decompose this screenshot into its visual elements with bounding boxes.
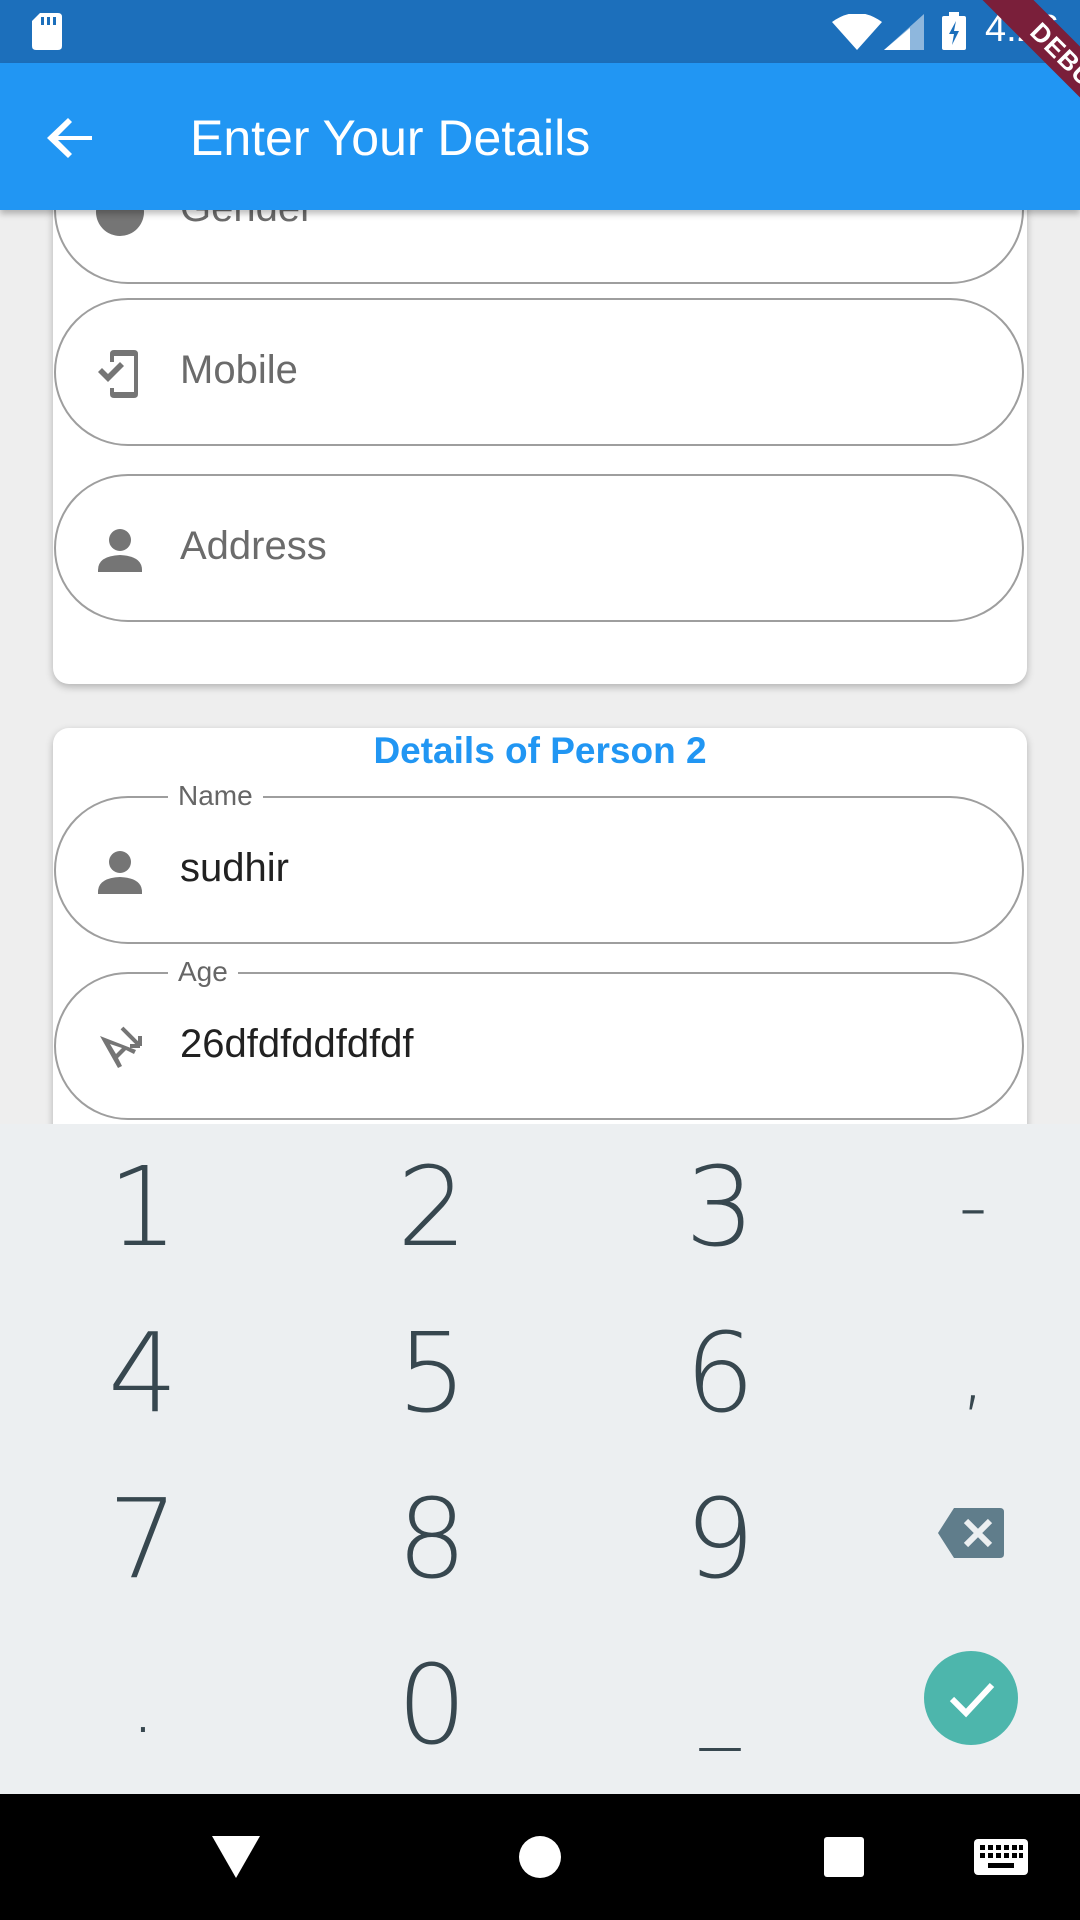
check-icon (949, 1682, 995, 1718)
sd-card-icon (32, 13, 62, 50)
age-label: Age (168, 956, 238, 988)
text-rotation-icon (100, 1026, 142, 1068)
numeric-keyboard: 1 2 3 - 4 5 6 , 7 8 9 . 0 _ (0, 1124, 1080, 1794)
gender-icon (96, 210, 144, 236)
recents-square-icon[interactable] (824, 1837, 864, 1877)
key-0[interactable]: 0 (297, 1622, 567, 1788)
signal-icon (884, 14, 924, 50)
key-5[interactable]: 5 (297, 1290, 567, 1456)
app-bar: Enter Your Details (0, 63, 1080, 210)
system-nav-bar (0, 1794, 1080, 1920)
mobile-field[interactable]: Mobile (54, 298, 1024, 446)
home-circle-icon[interactable] (518, 1835, 562, 1879)
back-triangle-icon[interactable] (212, 1836, 260, 1878)
age-value: 26dfdfddfdfdf (180, 1022, 414, 1066)
status-bar: 4:26 (0, 0, 1080, 63)
battery-charging-icon (942, 12, 966, 50)
age-field[interactable]: Age 26dfdfddfdfdf (54, 956, 1024, 1120)
gender-field[interactable]: Gender (54, 210, 1024, 284)
key-2[interactable]: 2 (297, 1124, 567, 1290)
key-6[interactable]: 6 (585, 1290, 855, 1456)
phone-check-icon (98, 350, 138, 398)
key-underscore[interactable]: _ (585, 1622, 855, 1788)
address-placeholder: Address (180, 524, 327, 568)
page-title: Enter Your Details (190, 110, 591, 166)
mobile-placeholder: Mobile (180, 348, 298, 392)
person-icon (98, 529, 142, 572)
key-period[interactable]: . (8, 1622, 278, 1788)
person-icon (98, 851, 142, 894)
backspace-icon[interactable] (938, 1508, 1004, 1558)
key-1[interactable]: 1 (8, 1124, 278, 1290)
name-field[interactable]: Name sudhir (54, 780, 1024, 944)
key-8[interactable]: 8 (297, 1456, 567, 1622)
key-dash[interactable]: - (838, 1124, 1080, 1290)
key-4[interactable]: 4 (8, 1290, 278, 1456)
person2-section-title: Details of Person 2 (373, 730, 707, 771)
name-value: sudhir (180, 846, 289, 890)
wifi-icon (832, 14, 882, 50)
key-9[interactable]: 9 (585, 1456, 855, 1622)
done-button[interactable] (924, 1651, 1018, 1745)
key-7[interactable]: 7 (8, 1456, 278, 1622)
form-scroll-area[interactable]: Gender Mobile Address Details of Person … (0, 210, 1080, 1124)
gender-placeholder: Gender (180, 210, 313, 231)
name-label: Name (168, 780, 263, 812)
keyboard-icon[interactable] (974, 1839, 1028, 1875)
key-comma[interactable]: , (838, 1290, 1080, 1456)
key-3[interactable]: 3 (585, 1124, 855, 1290)
back-arrow-icon[interactable] (42, 109, 100, 167)
address-field[interactable]: Address (54, 474, 1024, 622)
